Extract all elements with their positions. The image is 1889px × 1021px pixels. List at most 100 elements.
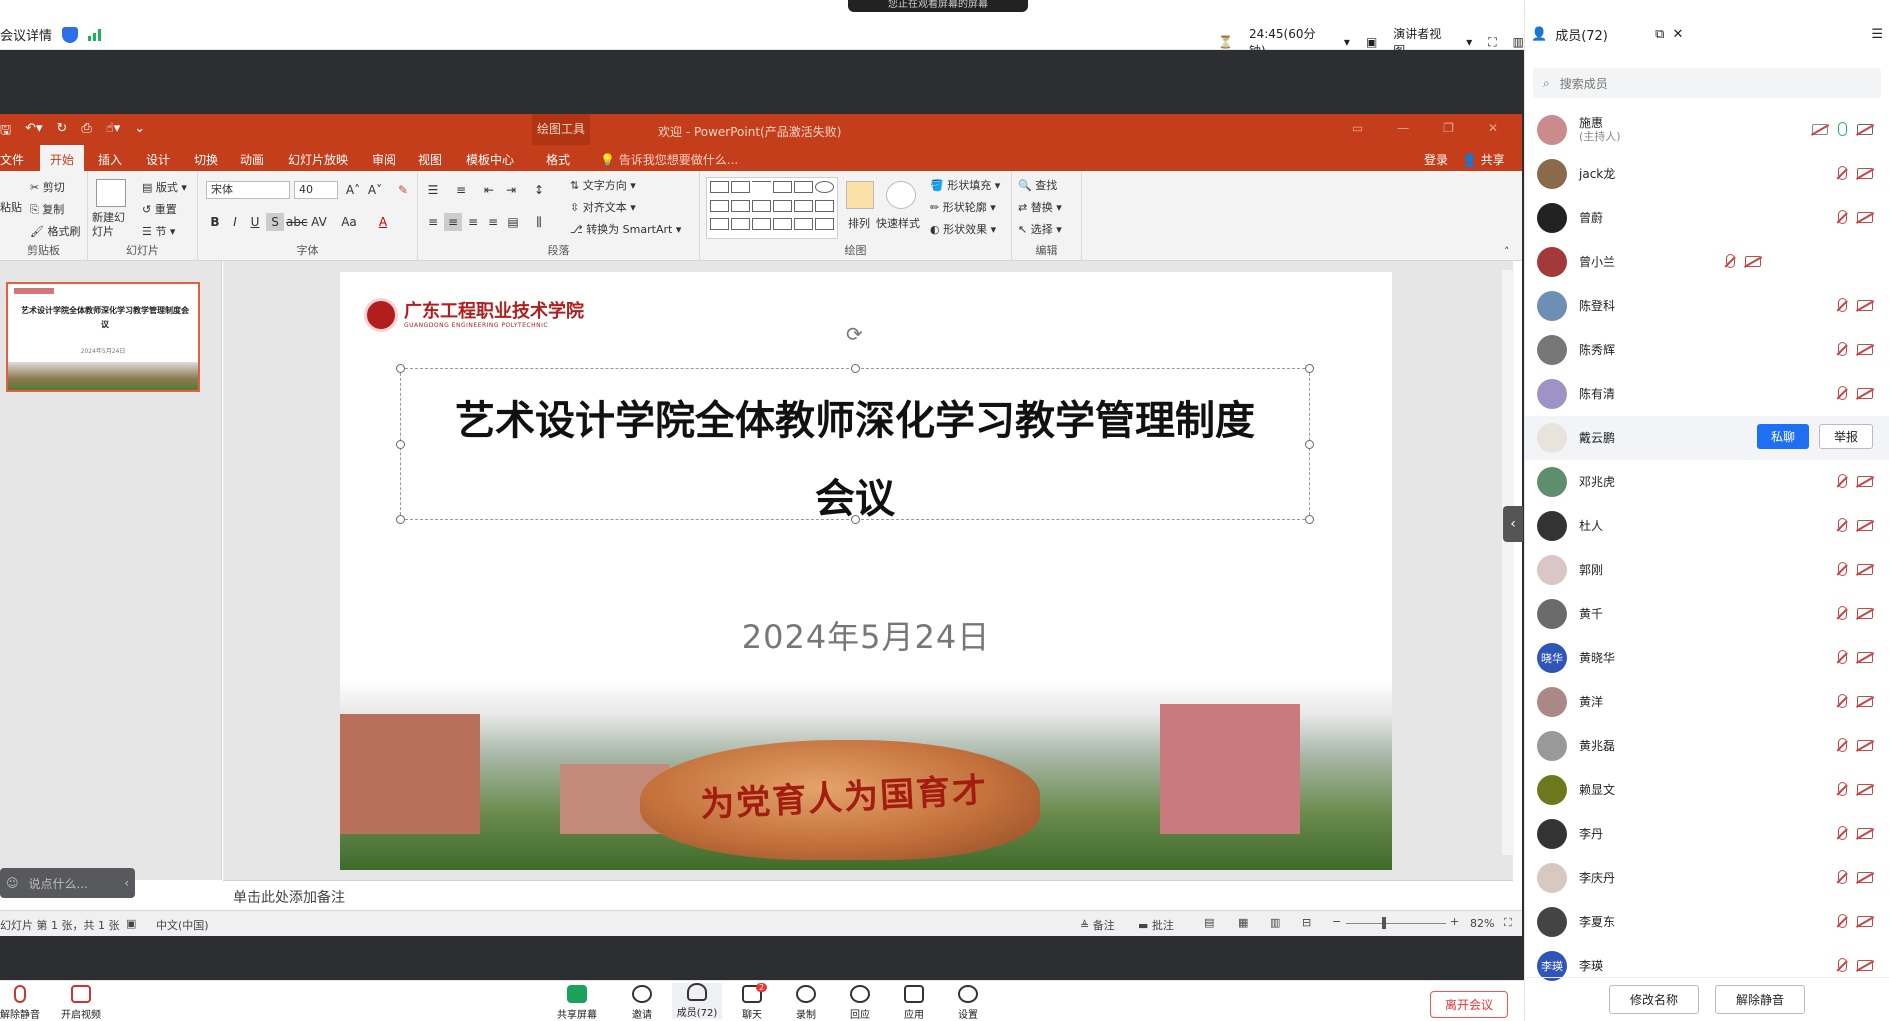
shrink-font-icon[interactable]: A˅ bbox=[366, 181, 384, 199]
member-row[interactable]: 李丹 bbox=[1525, 812, 1889, 856]
collapse-ribbon-icon[interactable]: ˄ bbox=[1504, 245, 1510, 258]
shape-effects-button[interactable]: ◐ 形状效果 ▾ bbox=[930, 221, 996, 237]
line-spacing-icon[interactable]: ↕ bbox=[530, 181, 548, 199]
layout-button[interactable]: ▤ 版式 ▾ bbox=[142, 179, 187, 195]
share-screen-button[interactable]: 共享屏幕 bbox=[552, 985, 602, 1021]
shape-outline-button[interactable]: ✏ 形状轮廓 ▾ bbox=[930, 199, 996, 215]
bold-icon[interactable]: B bbox=[206, 213, 224, 231]
slide-sorter-icon[interactable]: ▦ bbox=[1238, 916, 1248, 929]
member-row[interactable]: 晓华 黄晓华 bbox=[1525, 636, 1889, 680]
record-button[interactable]: 录制 bbox=[786, 985, 826, 1021]
spellcheck-icon[interactable]: ▣ bbox=[126, 917, 136, 930]
smartart-button[interactable]: ⎇ 转换为 SmartArt ▾ bbox=[570, 221, 681, 237]
comments-toggle[interactable]: ▬ 批注 bbox=[1138, 917, 1174, 933]
member-row[interactable]: 陈登科 bbox=[1525, 284, 1889, 328]
member-row[interactable]: 黄洋 bbox=[1525, 680, 1889, 724]
slide-date[interactable]: 2024年5月24日 bbox=[340, 612, 1392, 658]
distribute-icon[interactable]: ▤ bbox=[504, 213, 522, 231]
touch-mode-icon[interactable]: ☝▾ bbox=[106, 121, 120, 143]
popout-icon[interactable]: ⧉ bbox=[1655, 27, 1664, 42]
bullets-icon[interactable]: ☰ bbox=[424, 181, 442, 199]
slide-canvas[interactable]: 广东工程职业技术学院 GUANGDONG ENGINEERING POLYTEC… bbox=[340, 272, 1392, 870]
member-row[interactable]: 赖显文 bbox=[1525, 768, 1889, 812]
member-row[interactable]: 曾小兰 bbox=[1525, 240, 1889, 284]
text-direction-button[interactable]: ⇅ 文字方向 ▾ bbox=[570, 177, 636, 193]
zoom-level[interactable]: 82% bbox=[1470, 917, 1494, 930]
increase-indent-icon[interactable]: ⇥ bbox=[502, 181, 520, 199]
close-icon[interactable]: ✕ bbox=[1672, 27, 1683, 42]
slide-title[interactable]: 艺术设计学院全体教师深化学习教学管理制度 会议 bbox=[400, 382, 1310, 538]
new-slide-button[interactable]: 新建幻灯片 bbox=[92, 211, 132, 239]
slide-thumbnail-1[interactable]: 艺术设计学院全体教师深化学习教学管理制度会议 2024年5月24日 bbox=[6, 282, 200, 392]
reading-view-icon[interactable]: ▥ bbox=[1270, 916, 1280, 929]
quick-styles-icon[interactable] bbox=[886, 181, 916, 209]
unmute-all-button[interactable]: 解除静音 bbox=[1715, 985, 1806, 1014]
tab-home[interactable]: 开始 bbox=[40, 145, 85, 171]
zoom-out-icon[interactable]: − bbox=[1332, 915, 1341, 928]
meeting-details-link[interactable]: 会议详情 bbox=[0, 25, 52, 44]
align-left-icon[interactable]: ≡ bbox=[424, 213, 442, 231]
member-search-input[interactable]: ⌕ 搜索成员 bbox=[1533, 68, 1881, 98]
member-row[interactable]: 郭刚 bbox=[1525, 548, 1889, 592]
zoom-slider-thumb[interactable] bbox=[1382, 917, 1386, 929]
underline-icon[interactable]: U bbox=[246, 213, 264, 231]
present-icon[interactable]: ⎙ bbox=[81, 121, 91, 143]
font-color-icon[interactable]: A bbox=[374, 213, 392, 231]
replace-button[interactable]: ⇄ 替换 ▾ bbox=[1018, 199, 1062, 215]
restore-icon[interactable]: ❐ bbox=[1443, 121, 1454, 135]
start-video-button[interactable]: 开启视频 bbox=[56, 985, 106, 1021]
invite-button[interactable]: 邀请 bbox=[622, 985, 662, 1021]
normal-view-icon[interactable]: ▤ bbox=[1204, 916, 1214, 929]
arrange-button[interactable]: 排列 bbox=[848, 215, 870, 231]
member-row[interactable]: 黄兆磊 bbox=[1525, 724, 1889, 768]
justify-icon[interactable]: ≡ bbox=[484, 213, 502, 231]
vertical-scrollbar[interactable] bbox=[1502, 270, 1514, 855]
shadow-icon[interactable]: S bbox=[266, 213, 284, 231]
rename-button[interactable]: 修改名称 bbox=[1608, 985, 1699, 1014]
fit-slide-icon[interactable]: ⛶ bbox=[1504, 916, 1512, 930]
collapse-panel-icon[interactable]: ‹ bbox=[1503, 506, 1523, 542]
close-icon[interactable]: ✕ bbox=[1488, 121, 1498, 135]
private-chat-button[interactable]: 私聊 bbox=[1756, 424, 1809, 449]
reactions-button[interactable]: 回应 bbox=[840, 985, 880, 1021]
new-slide-icon[interactable] bbox=[96, 179, 126, 207]
find-button[interactable]: 🔍 查找 bbox=[1018, 177, 1057, 193]
chevron-left-icon[interactable]: ‹ bbox=[124, 876, 129, 890]
minimize-icon[interactable]: — bbox=[1397, 121, 1409, 135]
save-icon[interactable]: 🖫 bbox=[0, 121, 11, 143]
member-row[interactable]: 陈有清 bbox=[1525, 372, 1889, 416]
grow-font-icon[interactable]: A˄ bbox=[344, 181, 362, 199]
menu-icon[interactable]: ☰ bbox=[1871, 27, 1883, 42]
notes-toggle[interactable]: ≜ 备注 bbox=[1080, 917, 1115, 933]
paste-button[interactable]: 粘贴 bbox=[0, 199, 22, 215]
member-row[interactable]: 曾蔚 bbox=[1525, 196, 1889, 240]
select-button[interactable]: ↖ 选择 ▾ bbox=[1018, 221, 1062, 237]
arrange-icon[interactable] bbox=[846, 181, 874, 209]
italic-icon[interactable]: I bbox=[226, 213, 244, 231]
language-indicator[interactable]: 中文(中国) bbox=[156, 917, 209, 933]
sharing-banner[interactable]: 您正在观看屏幕的屏幕 bbox=[848, 0, 1028, 12]
resize-handle[interactable] bbox=[851, 364, 860, 373]
font-size-select[interactable]: 40 bbox=[294, 181, 338, 199]
change-case-icon[interactable]: Aa bbox=[340, 213, 358, 231]
zoom-in-icon[interactable]: + bbox=[1450, 915, 1459, 928]
chat-input-bubble[interactable]: ☺ 说点什么... ‹ bbox=[0, 868, 135, 898]
zoom-slider[interactable] bbox=[1346, 923, 1446, 924]
format-painter-button[interactable]: 🖌 格式刷 bbox=[30, 223, 80, 239]
decrease-indent-icon[interactable]: ⇤ bbox=[480, 181, 498, 199]
resize-handle[interactable] bbox=[396, 364, 405, 373]
shape-fill-button[interactable]: 🪣 形状填充 ▾ bbox=[930, 177, 1000, 193]
settings-button[interactable]: 设置 bbox=[948, 985, 988, 1021]
member-row[interactable]: 邓兆虎 bbox=[1525, 460, 1889, 504]
member-row[interactable]: 杜人 bbox=[1525, 504, 1889, 548]
font-name-select[interactable]: 宋体 bbox=[206, 181, 290, 199]
strikethrough-icon[interactable]: abc bbox=[286, 213, 308, 231]
reset-button[interactable]: ↺ 重置 bbox=[142, 201, 177, 217]
slideshow-view-icon[interactable]: ⊟ bbox=[1302, 916, 1311, 929]
copy-button[interactable]: ⎘ 复制 bbox=[30, 201, 64, 217]
align-text-button[interactable]: ⇳ 对齐文本 ▾ bbox=[570, 199, 636, 215]
chat-button[interactable]: 聊天 2 bbox=[732, 983, 772, 1021]
rotate-handle-icon[interactable]: ⟳ bbox=[846, 322, 863, 346]
quick-styles-button[interactable]: 快速样式 bbox=[876, 215, 920, 231]
member-row[interactable]: 黄千 bbox=[1525, 592, 1889, 636]
